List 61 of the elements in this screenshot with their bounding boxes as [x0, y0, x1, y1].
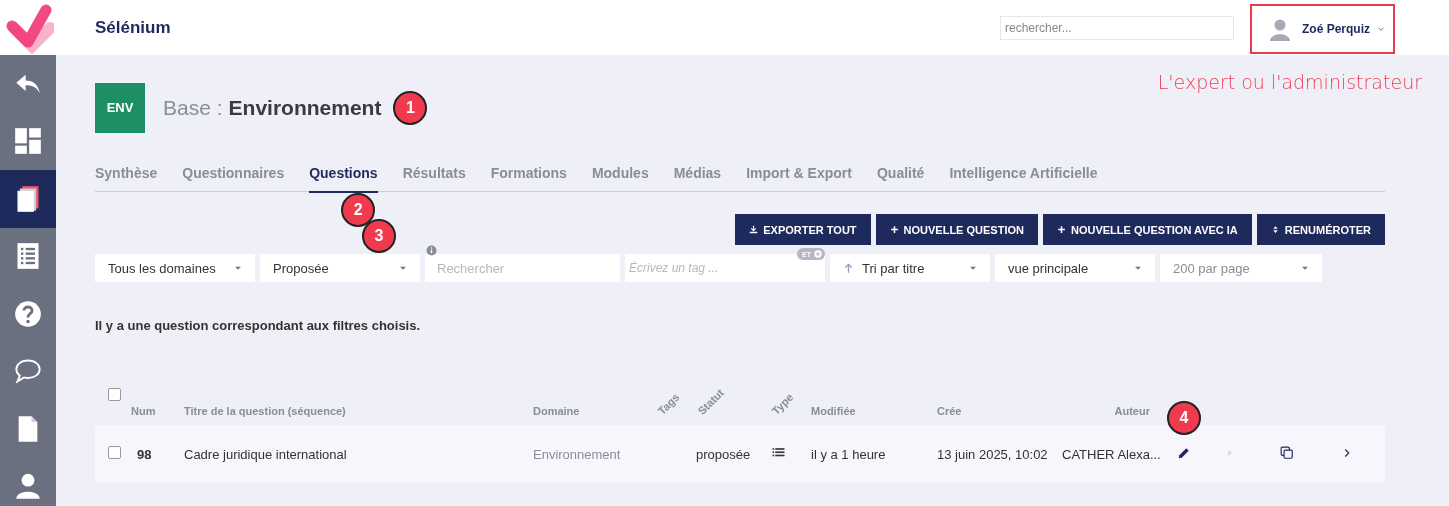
action-button[interactable]: RENUMÉROTER — [1256, 214, 1385, 245]
action-button[interactable]: NOUVELLE QUESTION AVEC IA — [1042, 214, 1252, 245]
tab[interactable]: Import & Export — [746, 160, 852, 191]
annotation-label: L'expert ou l'administrateur — [1157, 71, 1422, 93]
tab[interactable]: Médias — [673, 160, 722, 191]
action-button[interactable]: EXPORTER TOUT — [735, 214, 871, 245]
pencil-icon[interactable] — [1177, 445, 1191, 460]
base-badge: ENV — [95, 82, 145, 133]
table-cell: CATHER Alexa... — [1062, 446, 1161, 462]
base-name: Environnement — [228, 95, 382, 120]
tab[interactable]: Questionnaires — [182, 160, 285, 191]
dropdown[interactable]: vue principale — [995, 254, 1155, 282]
sort-icon — [1270, 225, 1280, 234]
column-header: Titre de la question (séquence) — [184, 405, 346, 417]
arrow-up-icon — [843, 262, 854, 274]
table-cell: Cadre juridique international — [184, 446, 347, 462]
column-header: Auteur — [1114, 405, 1150, 417]
dropdown[interactable]: Proposée — [260, 254, 420, 282]
step-marker: 2 — [341, 193, 376, 227]
tab[interactable]: Formations — [490, 160, 567, 191]
dropdown[interactable]: 200 par page — [1160, 254, 1322, 282]
row-checkbox[interactable] — [108, 446, 121, 459]
table-cell: 13 juin 2025, 10:02 — [937, 446, 1048, 462]
step-marker: 1 — [393, 90, 428, 125]
chat-icon — [14, 357, 42, 386]
table-cell: 98 — [137, 446, 152, 462]
help-icon — [14, 299, 42, 328]
tab[interactable]: Résultats — [402, 160, 466, 191]
select-all-checkbox[interactable] — [108, 388, 121, 401]
plus-icon — [1056, 225, 1066, 234]
user-icon — [14, 472, 42, 501]
copy-icon[interactable] — [1280, 445, 1294, 460]
result-text: Il y a une question correspondant aux filtres choisis. — [95, 318, 422, 333]
tab[interactable]: Qualité — [876, 160, 925, 191]
base-prefix: Base : — [163, 95, 223, 120]
dropdown[interactable]: Tri par titre — [830, 254, 990, 282]
search-field[interactable]: rechercher... — [1000, 15, 1234, 40]
column-header: Domaine — [533, 405, 580, 417]
table-cell: il y a 1 heure — [811, 446, 886, 462]
table-cell: proposée — [696, 446, 751, 462]
dropdown[interactable]: Tous les domaines — [95, 254, 255, 282]
plus-icon — [889, 225, 899, 234]
list-icon — [772, 446, 785, 459]
search-field[interactable]: Rechercher — [425, 254, 620, 282]
step-marker: 3 — [362, 219, 396, 253]
download-icon — [749, 225, 759, 234]
table-cell: Environnement — [533, 446, 621, 462]
tab[interactable]: Synthèse — [95, 160, 158, 191]
plus-icon — [814, 250, 822, 258]
tab[interactable]: Questions — [309, 160, 378, 193]
column-header: Crée — [937, 405, 962, 417]
tab[interactable]: Modules — [591, 160, 649, 191]
dashboard-icon — [14, 127, 42, 156]
step-marker: 4 — [1167, 400, 1201, 435]
user-menu[interactable]: Zoé Perquiz — [1250, 4, 1395, 54]
app-title: Sélénium — [95, 17, 171, 38]
column-header: Num — [131, 405, 156, 417]
sidebar-item[interactable] — [0, 170, 56, 228]
tab[interactable]: Intelligence Artificielle — [949, 160, 1098, 191]
column-header: Modifiée — [811, 405, 856, 417]
action-button[interactable]: NOUVELLE QUESTION — [875, 214, 1038, 245]
